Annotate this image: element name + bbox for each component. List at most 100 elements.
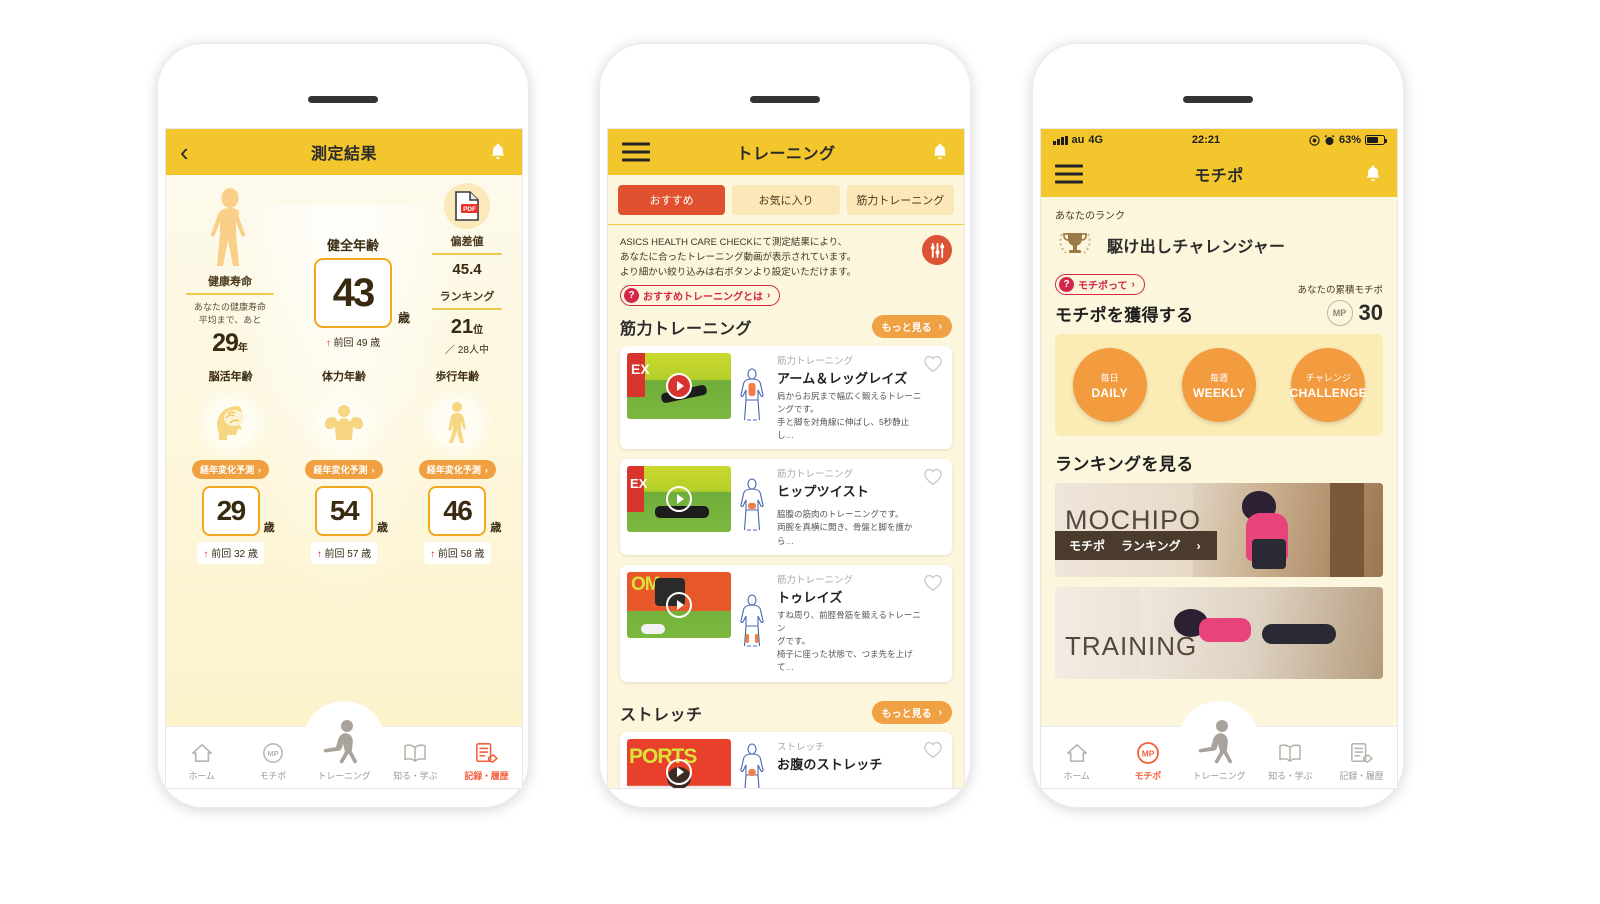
mp-coin-icon: MP	[1326, 300, 1353, 326]
training-card[interactable]: PORTS ストレッチ お腹のストレッチ	[620, 731, 952, 788]
hamburger-menu-icon	[622, 142, 650, 162]
play-button-icon[interactable]	[666, 758, 692, 785]
trend-prediction-button[interactable]: 経年変化予測 ›	[418, 460, 496, 480]
video-thumbnail[interactable]: PORTS	[627, 738, 731, 788]
brain-head-icon	[216, 406, 244, 441]
summary-top: 健康寿命 あなたの健康寿命 平均まで、あと 29年 健全年齢 43 歳 ↑ 前回…	[166, 175, 522, 358]
desc-line-2: ングです。	[777, 403, 819, 414]
chevron-right-icon: ›	[258, 464, 262, 475]
metric-icon-circle	[193, 386, 268, 461]
chevron-right-icon: ›	[484, 464, 488, 475]
section-header-stretch: ストレッチ もっと見る ›	[608, 692, 964, 732]
ranking-value: 21	[450, 316, 474, 338]
filter-tab-row: おすすめ お気に入り 筋力トレーニング	[608, 175, 964, 225]
bubble-jp-label: 毎週	[1209, 372, 1228, 383]
lifespan-unit: 年	[237, 343, 248, 355]
tab-records[interactable]: 記録・履歴	[1326, 740, 1397, 788]
tab-learn[interactable]: 知る・学ぶ	[1255, 740, 1326, 788]
menu-button[interactable]	[1055, 160, 1083, 189]
video-thumbnail[interactable]: EX	[627, 466, 731, 533]
back-button[interactable]: ‹	[180, 139, 189, 165]
see-more-button[interactable]: もっと見る ›	[871, 701, 952, 725]
banner-mochipo-ranking[interactable]: MOCHIPO モチポ ランキング ›	[1055, 483, 1383, 577]
trend-prediction-button[interactable]: 経年変化予測 ›	[305, 460, 383, 480]
tab-records[interactable]: 記録・履歴	[451, 740, 522, 788]
earn-option-challenge[interactable]: チャレンジ CHALLENGE	[1290, 348, 1367, 422]
tab-home[interactable]: ホーム	[166, 740, 237, 788]
tab-mochipo[interactable]: MP モチポ	[1112, 740, 1183, 788]
bubble-en-label: WEEKLY	[1192, 385, 1245, 400]
trend-prediction-button[interactable]: 経年変化予測 ›	[192, 460, 270, 480]
video-thumbnail[interactable]: OM	[627, 571, 731, 638]
favorite-button[interactable]	[923, 741, 943, 764]
card-category: ストレッチ	[777, 741, 825, 753]
section-title: ストレッチ	[620, 706, 703, 724]
human-body-icon	[210, 188, 246, 266]
training-card[interactable]: OM 筋力トレーニング トゥレイズ すね周り、前脛骨筋を鍛えるトレーニン グです…	[620, 564, 952, 682]
health-age-block: 健全年齢 43 歳 ↑ 前回 49 歳	[282, 183, 424, 358]
metric-title: 体力年齢	[321, 371, 366, 384]
training-card[interactable]: EX 筋力トレーニング	[620, 345, 952, 450]
notice-line-3: より細かい絞り込みは右ボタンより設定いただけます。	[620, 267, 857, 279]
body-map	[731, 739, 773, 788]
notification-button[interactable]	[1363, 163, 1383, 185]
video-thumbnail[interactable]: EX	[627, 352, 731, 419]
ios-status-bar: au 4G 22:21 63%	[1041, 129, 1397, 151]
page-title: 測定結果	[310, 146, 377, 163]
filter-settings-button[interactable]	[922, 235, 952, 265]
tab-learn[interactable]: 知る・学ぶ	[380, 740, 451, 788]
card-title: お腹のストレッチ	[777, 756, 883, 772]
banner-training[interactable]: TRAINING	[1055, 587, 1383, 679]
recommended-help-link[interactable]: ? おすすめトレーニングとは ›	[620, 284, 781, 306]
favorite-button[interactable]	[923, 468, 943, 491]
play-button-icon[interactable]	[666, 372, 692, 399]
metric-value: 54	[329, 495, 360, 527]
notification-button[interactable]	[930, 141, 950, 163]
card-title: ヒップツイスト	[777, 484, 870, 500]
see-more-button[interactable]: もっと見る ›	[871, 315, 952, 339]
favorite-button[interactable]	[923, 574, 943, 597]
tab-mochipo[interactable]: MP モチポ	[237, 740, 308, 788]
record-list-icon	[451, 740, 522, 766]
health-age-unit: 歳	[397, 311, 410, 325]
see-more-label: もっと見る	[881, 709, 932, 721]
menu-button[interactable]	[622, 138, 650, 167]
alarm-clock-icon	[1324, 134, 1335, 145]
health-age-box-wrap: 43 歳	[314, 258, 410, 328]
earn-option-daily[interactable]: 毎日 DAILY	[1072, 348, 1147, 422]
mochipo-left: ? モチポって › モチポを獲得する	[1055, 274, 1193, 326]
play-button-icon[interactable]	[666, 591, 692, 618]
page-title: トレーニング	[736, 146, 836, 163]
banner-photo	[1192, 483, 1383, 577]
up-arrow-icon: ↑	[203, 549, 209, 561]
metric-previous-box: ↑ 前回 58 歳	[424, 542, 491, 565]
bubble-jp-label: チャレンジ	[1305, 372, 1351, 383]
tab-label: モチポ	[1134, 771, 1162, 781]
pdf-export-button[interactable]: PDF	[444, 183, 490, 229]
battery-percent: 63%	[1338, 134, 1361, 146]
tab-home[interactable]: ホーム	[1041, 740, 1112, 788]
favorite-button[interactable]	[923, 355, 943, 378]
battery-icon	[1364, 135, 1388, 145]
home-icon	[166, 740, 237, 766]
lifespan-note-1: あなたの健康寿命	[193, 302, 266, 312]
desc-line-2: 両腕を真横に開き、骨盤と脚を護から…	[777, 522, 913, 546]
banner-word: TRAINING	[1065, 631, 1198, 661]
training-card[interactable]: EX 筋力トレーニング	[620, 459, 952, 555]
phone1-content: 健康寿命 あなたの健康寿命 平均まで、あと 29年 健全年齢 43 歳 ↑ 前回…	[166, 175, 522, 788]
tab-training[interactable]: トレーニング	[1183, 716, 1254, 788]
tab-strength[interactable]: 筋力トレーニング	[846, 185, 954, 215]
walking-person-icon	[448, 402, 466, 444]
tab-label: 知る・学ぶ	[393, 771, 438, 781]
notification-button[interactable]	[488, 141, 508, 163]
tab-favorites[interactable]: お気に入り	[732, 185, 840, 215]
tab-label: 記録・履歴	[464, 771, 509, 781]
tab-training[interactable]: トレーニング	[308, 716, 379, 788]
health-age-previous: ↑ 前回 49 歳	[282, 334, 424, 349]
accumulated-block: あなたの累積モチポ MP 30	[1297, 282, 1383, 326]
play-button-icon[interactable]	[666, 486, 692, 513]
earn-option-weekly[interactable]: 毎週 WEEKLY	[1181, 348, 1256, 422]
mochipo-help-link[interactable]: ? モチポって ›	[1055, 274, 1145, 295]
tab-recommended[interactable]: おすすめ	[618, 185, 726, 215]
see-more-label: もっと見る	[881, 323, 932, 335]
